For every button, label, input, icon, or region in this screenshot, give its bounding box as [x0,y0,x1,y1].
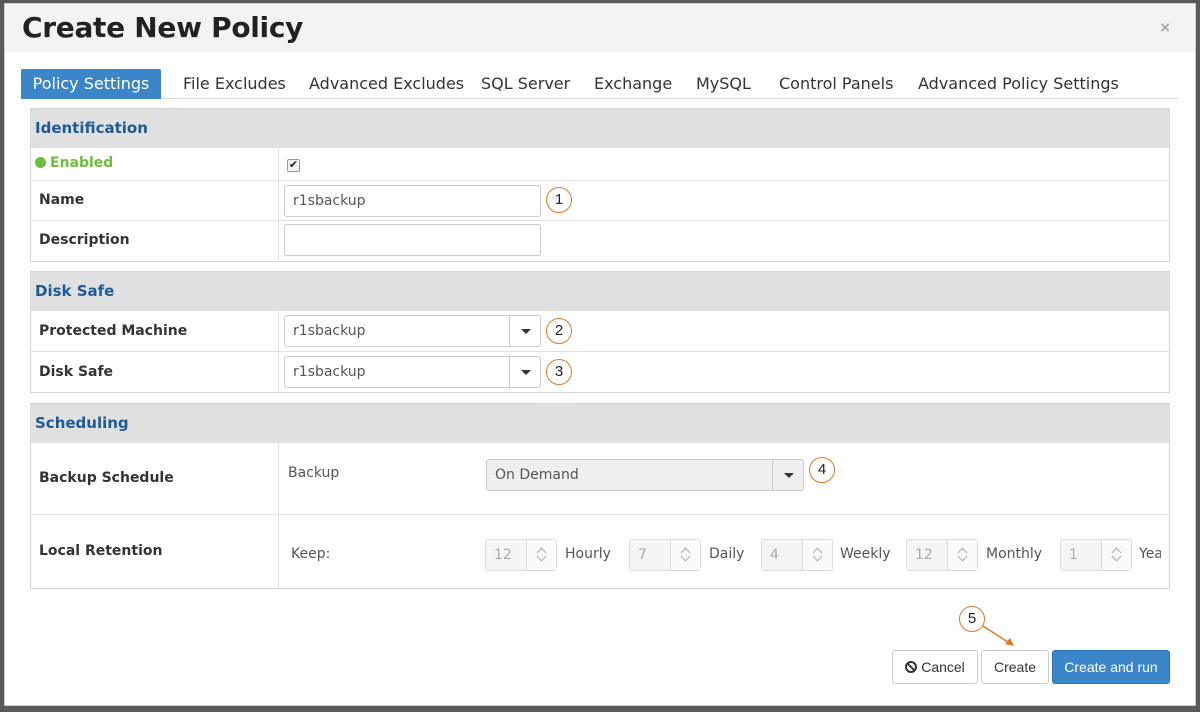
backup-text: Backup [288,465,340,481]
protected-machine-label: Protected Machine [39,323,188,339]
description-label: Description [39,232,130,248]
weekly-spinner[interactable]: 4 [761,539,833,571]
monthly-value: 12 [915,547,933,563]
backup-schedule-row: Backup Schedule Backup On Demand 4 [31,442,1169,514]
callout-2: 2 [546,318,572,344]
yearly-label: Yea [1139,546,1161,562]
disk-safe-value: r1sbackup [293,364,366,380]
tab-bar: Policy Settings File Excludes Advanced E… [21,69,1179,99]
name-input[interactable]: r1sbackup [284,185,541,217]
description-input[interactable] [284,224,541,256]
tab-sql-server[interactable]: SQL Server [465,69,586,99]
disk-safe-label: Disk Safe [39,364,114,380]
monthly-label: Monthly [986,546,1043,562]
tab-exchange[interactable]: Exchange [578,69,688,99]
name-label: Name [39,192,85,208]
tab-advanced-policy-settings[interactable]: Advanced Policy Settings [902,69,1135,99]
protected-machine-select[interactable]: r1sbackup [284,315,541,347]
local-retention-label: Local Retention [39,543,163,559]
name-row: Name r1sbackup 1 [31,180,1169,220]
scheduling-panel: Scheduling Backup Schedule Backup On Dem… [30,403,1170,589]
local-retention-row: Local Retention Keep: 12 Hourly 7 Daily … [31,514,1169,588]
create-button[interactable]: Create [981,650,1049,684]
hourly-value: 12 [494,547,512,563]
keep-text: Keep: [291,546,331,562]
tab-policy-settings[interactable]: Policy Settings [21,69,161,99]
chevron-down-icon[interactable] [509,357,540,387]
weekly-value: 4 [770,547,779,563]
tab-mysql[interactable]: MySQL [680,69,767,99]
enabled-checkbox[interactable]: ✔ [287,159,300,172]
daily-value: 7 [638,547,647,563]
daily-label: Daily [709,546,745,562]
backup-schedule-label: Backup Schedule [39,470,174,486]
modal-title: Create New Policy [22,11,304,44]
cancel-button[interactable]: Cancel [892,650,978,684]
monthly-spinner[interactable]: 12 [906,539,978,571]
status-dot-icon [35,157,46,168]
enabled-row: Enabled ✔ [31,147,1169,180]
daily-spinner[interactable]: 7 [629,539,701,571]
callout-3: 3 [546,359,572,385]
ban-icon [905,661,918,673]
disk-safe-select[interactable]: r1sbackup [284,356,541,388]
identification-panel: Identification Enabled ✔ Name r1sbackup … [30,108,1170,262]
modal-header: Create New Policy × [5,4,1195,52]
disk-safe-heading: Disk Safe [31,272,1169,310]
close-icon[interactable]: × [1160,18,1170,38]
backup-schedule-select[interactable]: On Demand [486,459,804,491]
disk-safe-panel: Disk Safe Protected Machine r1sbackup 2 … [30,271,1170,393]
callout-arrow-icon [982,625,1014,646]
chevron-down-icon[interactable] [509,316,540,346]
protected-machine-value: r1sbackup [293,323,366,339]
backup-schedule-value: On Demand [495,467,579,483]
callout-1: 1 [546,187,572,213]
description-row: Description [31,220,1169,260]
chevron-down-icon[interactable] [772,460,803,490]
create-and-run-button[interactable]: Create and run [1052,650,1170,684]
callout-4: 4 [809,457,835,483]
scheduling-heading: Scheduling [31,404,1169,442]
tab-file-excludes[interactable]: File Excludes [167,69,302,99]
protected-machine-row: Protected Machine r1sbackup 2 [31,310,1169,351]
disk-safe-row: Disk Safe r1sbackup 3 [31,351,1169,392]
hourly-label: Hourly [565,546,611,562]
tab-advanced-excludes[interactable]: Advanced Excludes [293,69,480,99]
enabled-label: Enabled [50,155,114,171]
create-policy-modal: Create New Policy × Policy Settings File… [4,3,1196,706]
cancel-label: Cancel [921,659,965,675]
yearly-spinner[interactable]: 1 [1060,539,1132,571]
hourly-spinner[interactable]: 12 [485,539,557,571]
tab-control-panels[interactable]: Control Panels [763,69,909,99]
yearly-value: 1 [1069,547,1078,563]
weekly-label: Weekly [840,546,891,562]
identification-heading: Identification [31,109,1169,147]
